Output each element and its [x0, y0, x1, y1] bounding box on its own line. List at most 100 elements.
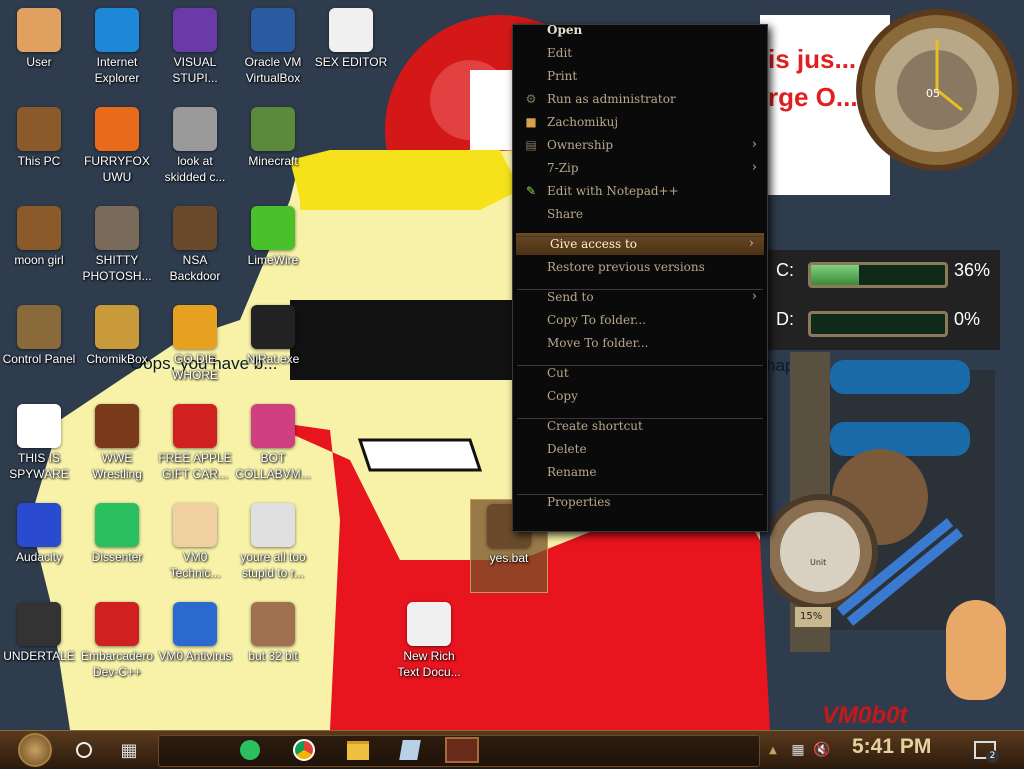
- context-menu-item[interactable]: ▤ Ownership ›: [513, 134, 767, 156]
- dissenter-icon: [240, 740, 260, 760]
- drive-c-bar: [808, 262, 948, 288]
- taskbar-explorer-button[interactable]: [340, 734, 376, 766]
- taskbar-clock[interactable]: 5:41 PM: [852, 735, 931, 759]
- desktop-icon[interactable]: Control Panel: [1, 301, 77, 393]
- desktop-icon-label: look at skidded c...: [164, 154, 226, 184]
- desktop-icon[interactable]: VISUAL STUPI...: [157, 4, 233, 96]
- taskbar-chrome-button[interactable]: [286, 734, 322, 766]
- desktop-icon[interactable]: ChomikBox: [79, 301, 155, 393]
- context-menu-item[interactable]: ✎ Edit with Notepad++: [513, 180, 767, 202]
- context-menu-item[interactable]: ■ Zachomikuj: [513, 111, 767, 133]
- taskbar: ▦ ▲ ▦ 🔇 5:41 PM 2: [0, 730, 1024, 769]
- desktop-icon[interactable]: THIS IS SPYWARE: [1, 400, 77, 492]
- show-hidden-icons-button[interactable]: ▲: [766, 734, 780, 766]
- context-menu-item-label: Open: [547, 23, 583, 37]
- desktop-icon[interactable]: Minecraft: [235, 103, 311, 195]
- context-menu-item[interactable]: 7-Zip ›: [513, 157, 767, 179]
- document-icon: [407, 602, 451, 646]
- desktop-icon[interactable]: moon girl: [1, 202, 77, 294]
- desktop-icon[interactable]: NSA Backdoor: [157, 202, 233, 294]
- desktop-icon[interactable]: VM0 Antivirus: [157, 598, 233, 690]
- desktop-icon[interactable]: GO DIE WHORE: [157, 301, 233, 393]
- search-button[interactable]: [70, 734, 98, 766]
- drive-c-percent: 36%: [954, 260, 991, 280]
- desktop-icon[interactable]: SEX EDITOR: [313, 4, 389, 96]
- clock-widget: 05: [852, 5, 1022, 171]
- desktop-icon[interactable]: UNDERTALE: [1, 598, 77, 690]
- desktop-icon[interactable]: look at skidded c...: [157, 103, 233, 195]
- start-button[interactable]: [10, 733, 60, 767]
- desktop-icon[interactable]: New Rich Text Docu...: [391, 598, 467, 690]
- taskbar-steampunk-app-button[interactable]: [440, 734, 484, 766]
- desktop-icon[interactable]: FURRYFOX UWU: [79, 103, 155, 195]
- desktop-icon[interactable]: Dissenter: [79, 499, 155, 591]
- desktop-icon-label: LimeWire: [247, 253, 299, 267]
- desktop-icon[interactable]: Embarcadero Dev-C++: [79, 598, 155, 690]
- context-menu-item[interactable]: ⚙ Run as administrator: [513, 88, 767, 110]
- context-menu-item[interactable]: Restore previous versions: [513, 256, 767, 278]
- wallpaper-watermark: VM0b0t: [822, 702, 908, 729]
- volume-tray-button[interactable]: 🔇: [812, 734, 832, 766]
- firefox-icon: [95, 107, 139, 151]
- desktop-icon-label: yes.bat: [489, 551, 529, 565]
- desktop-icon-label: VM0 Technic...: [169, 550, 221, 580]
- desktop-icon[interactable]: WWE Wrestling: [79, 400, 155, 492]
- context-menu-item[interactable]: Edit: [513, 42, 767, 64]
- taskbar-notepad-button[interactable]: [392, 734, 428, 766]
- ownership-icon: ▤: [525, 138, 537, 152]
- context-menu-item[interactable]: Move To folder...: [513, 332, 767, 354]
- desktop-icon-label: THIS IS SPYWARE: [9, 451, 69, 481]
- notification-center-button[interactable]: 2: [970, 734, 1000, 766]
- desktop-icon[interactable]: youre all too stupid to r...: [235, 499, 311, 591]
- desktop-icon-label: Minecraft: [248, 154, 298, 168]
- context-menu-item[interactable]: Share: [513, 203, 767, 225]
- desktop-icon[interactable]: This PC: [1, 103, 77, 195]
- submenu-arrow-icon: ›: [751, 160, 757, 175]
- task-view-icon: ▦: [120, 739, 138, 761]
- desktop-icon-label: ChomikBox: [86, 352, 148, 366]
- task-view-button[interactable]: ▦: [112, 734, 146, 766]
- taskbar-dissenter-button[interactable]: [232, 734, 268, 766]
- desktop-icon[interactable]: BOT COLLABVM...: [235, 400, 311, 492]
- user-face-icon: [17, 8, 61, 52]
- context-menu-item[interactable]: Rename: [513, 461, 767, 483]
- desktop-icon[interactable]: NjRat.exe: [235, 301, 311, 393]
- desktop-icon-label: UNDERTALE: [3, 649, 75, 663]
- shield-icon: ⚙: [525, 92, 537, 106]
- context-menu-item-label: Print: [547, 69, 578, 83]
- context-menu-item-label: Edit: [547, 46, 573, 60]
- desktop-icon[interactable]: VM0 Technic...: [157, 499, 233, 591]
- notepad-icon: ✎: [525, 184, 537, 198]
- context-menu-item[interactable]: Open: [513, 19, 767, 41]
- lightbulb-icon: [17, 305, 61, 349]
- desktop-icon[interactable]: FREE APPLE GIFT CAR...: [157, 400, 233, 492]
- desktop-icon[interactable]: Internet Explorer: [79, 4, 155, 96]
- desktop-icon[interactable]: User: [1, 4, 77, 96]
- context-menu-item[interactable]: Delete: [513, 438, 767, 460]
- context-menu-separator: [517, 236, 763, 237]
- volume-muted-icon: 🔇: [813, 742, 831, 758]
- cortana-circle-icon: [76, 742, 92, 758]
- desktop-icon[interactable]: Oracle VM VirtualBox: [235, 4, 311, 96]
- drive-d-bar: [808, 311, 948, 337]
- computer-icon: [17, 107, 61, 151]
- context-menu-item[interactable]: Copy To folder...: [513, 309, 767, 331]
- desktop-icon-label: youre all too stupid to r...: [240, 550, 306, 580]
- context-menu-item[interactable]: Copy: [513, 385, 767, 407]
- desktop-icon[interactable]: LimeWire: [235, 202, 311, 294]
- context-menu-item[interactable]: Print: [513, 65, 767, 87]
- desktop-icon[interactable]: but 32 bit: [235, 598, 311, 690]
- desktop-icon[interactable]: SHITTY PHOTOSH...: [79, 202, 155, 294]
- skull-icon: [251, 305, 295, 349]
- desktop-icon-label: FURRYFOX UWU: [84, 154, 150, 184]
- submenu-arrow-icon: ›: [751, 137, 757, 152]
- desktop-icon-label: BOT COLLABVM...: [235, 451, 311, 481]
- network-tray-button[interactable]: ▦: [788, 734, 808, 766]
- context-menu-separator: [517, 418, 763, 419]
- context-menu-item-label: Ownership: [547, 138, 614, 152]
- chrome-icon: [293, 739, 315, 761]
- desktop-icon-label: NSA Backdoor: [169, 253, 221, 283]
- grass-block-icon: [251, 107, 295, 151]
- context-menu-item-label: Share: [547, 207, 583, 221]
- desktop-icon[interactable]: Audacity: [1, 499, 77, 591]
